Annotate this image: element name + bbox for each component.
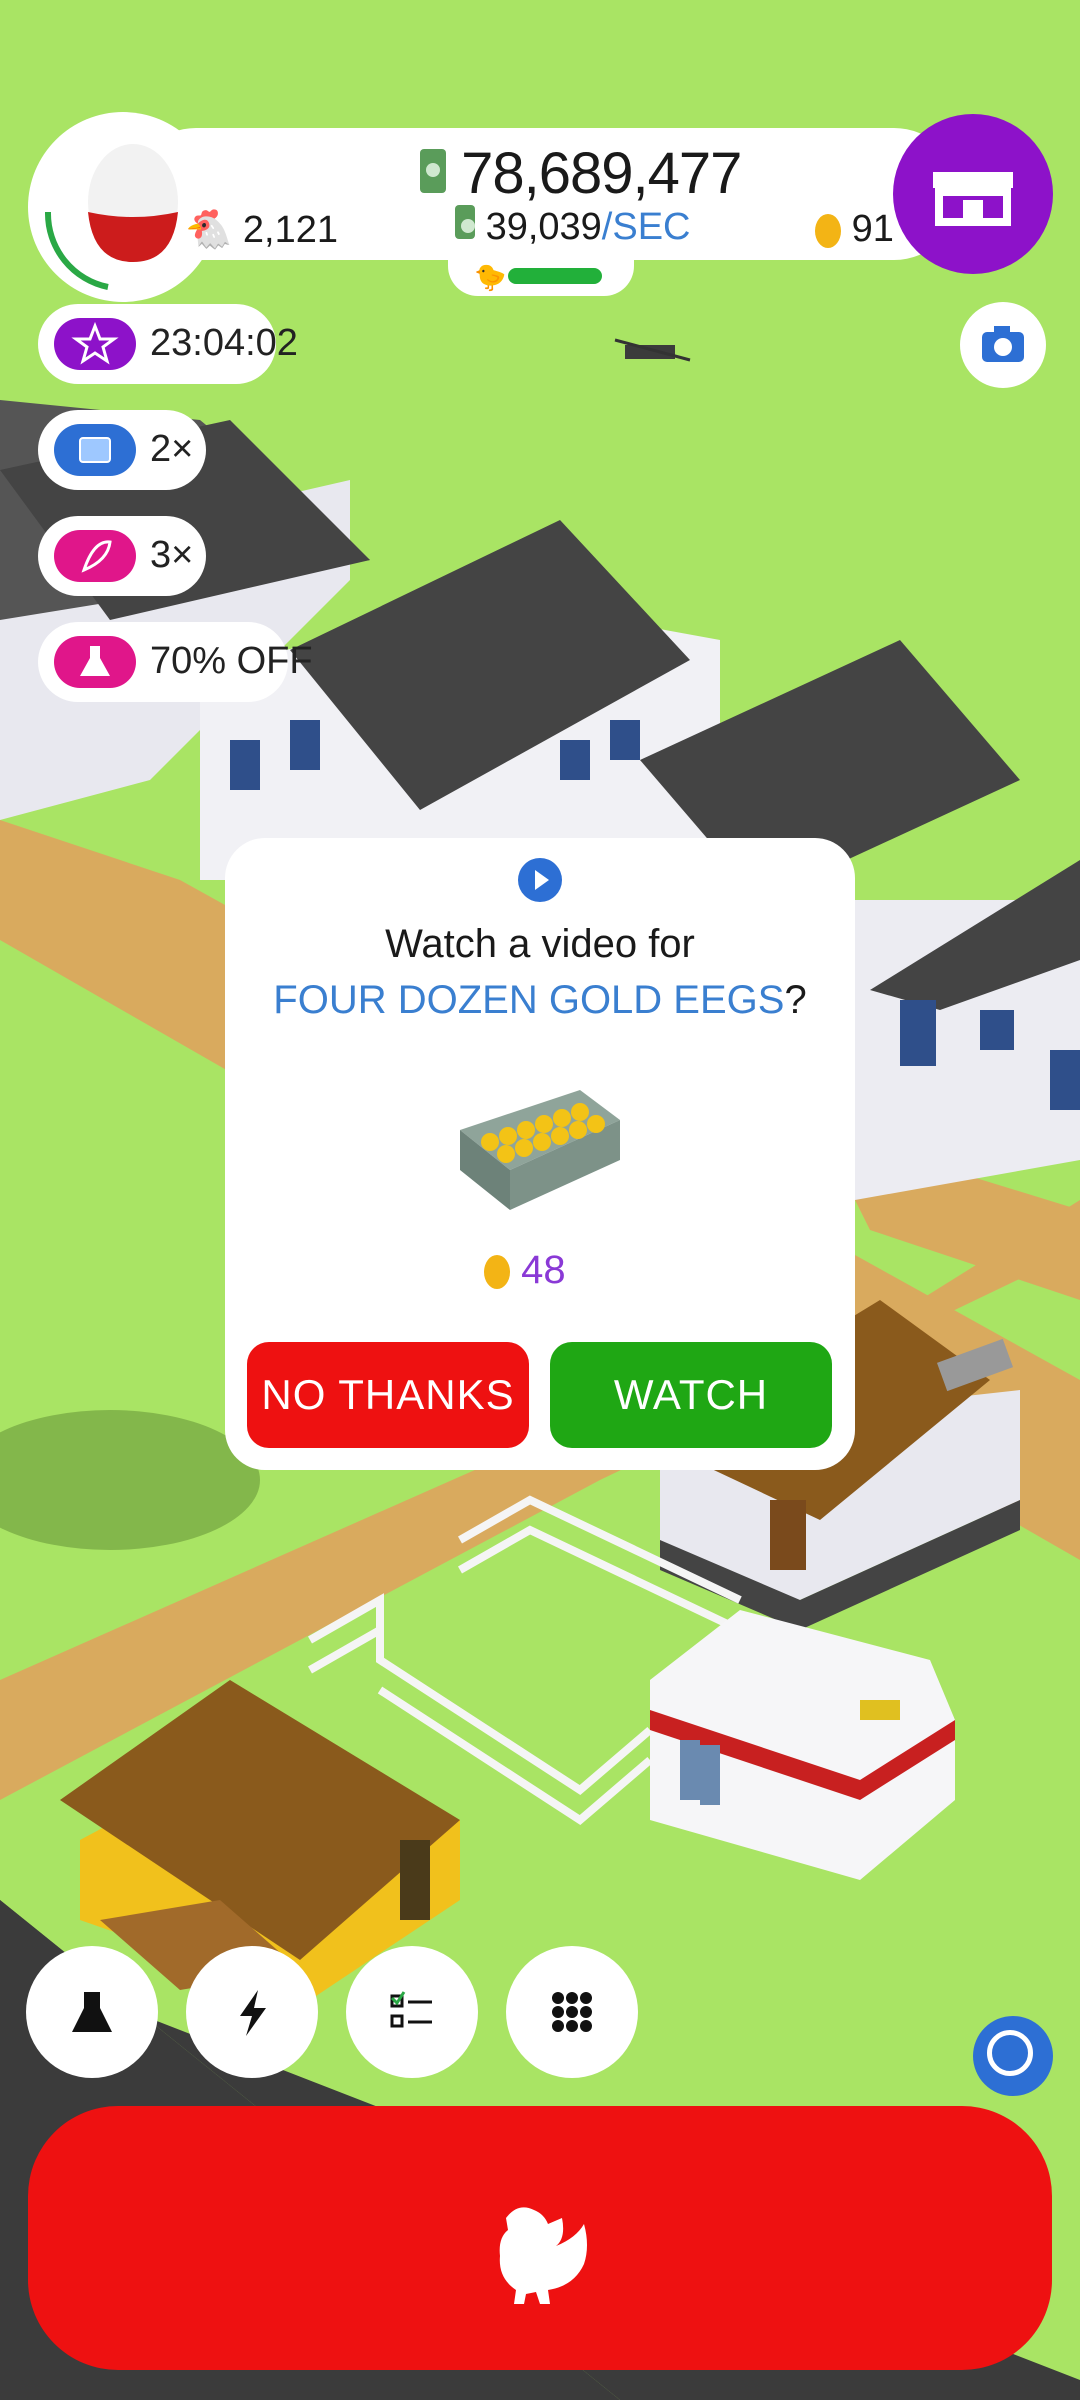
chicken-count: 🐔 2,121 xyxy=(185,208,338,252)
flask-icon xyxy=(72,1992,112,2032)
shop-icon xyxy=(933,172,1013,226)
research-button[interactable] xyxy=(26,1946,158,2078)
chicken-value: 2,121 xyxy=(242,209,338,251)
boost-video-label: 2× xyxy=(150,428,194,470)
boost-video-multiplier[interactable]: 2× xyxy=(38,410,206,490)
boost-feather-label: 3× xyxy=(150,534,194,576)
boosts-button[interactable] xyxy=(186,1946,318,2078)
lightning-icon xyxy=(240,1990,266,2036)
boost-feather-multiplier[interactable]: 3× xyxy=(38,516,206,596)
star-icon xyxy=(54,318,136,370)
dialog-reward-name: FOUR DOZEN GOLD EEGS xyxy=(273,978,785,1022)
egg-storage xyxy=(650,1610,955,1880)
cash-icon xyxy=(420,149,446,193)
drone-icon xyxy=(614,338,691,362)
money-display: 78,689,477 xyxy=(420,140,742,207)
dialog-suffix: ? xyxy=(784,978,807,1022)
boost-research-label: 70% OFF xyxy=(150,640,313,682)
gold-egg-icon xyxy=(484,1255,510,1290)
chick-icon: 🐤 xyxy=(474,262,507,292)
flask-icon xyxy=(54,636,136,688)
checklist-icon xyxy=(390,1991,432,2028)
tv-icon xyxy=(54,424,136,476)
golden-eggs-count: 91 xyxy=(815,208,894,251)
camera-button[interactable] xyxy=(960,302,1046,388)
boost-timer-label: 23:04:02 xyxy=(150,322,298,364)
menu-button[interactable] xyxy=(506,1946,638,2078)
grid-icon xyxy=(552,1992,592,2032)
gold-egg-value: 91 xyxy=(851,208,894,250)
rate-unit: /SEC xyxy=(601,206,691,248)
play-icon xyxy=(518,858,562,902)
shop-button[interactable] xyxy=(893,114,1053,274)
missions-button[interactable] xyxy=(346,1946,478,2078)
boost-research-discount[interactable]: 70% OFF xyxy=(38,622,313,702)
chicken-icon: 🐔 xyxy=(185,209,233,251)
watch-button[interactable]: WATCH xyxy=(550,1342,832,1448)
hatch-progress-bar xyxy=(508,268,602,284)
reward-amount-value: 48 xyxy=(521,1248,566,1292)
egg-icon xyxy=(44,144,178,290)
egg-carton-icon xyxy=(460,1090,620,1210)
cash-icon xyxy=(455,205,475,239)
gold-egg-icon xyxy=(815,213,841,248)
boost-timer[interactable]: 23:04:02 xyxy=(38,304,298,384)
income-rate: 39,039/SEC xyxy=(455,205,691,249)
dialog-line2: FOUR DOZEN GOLD EEGS? xyxy=(225,978,855,1023)
money-value: 78,689,477 xyxy=(461,141,742,206)
feather-icon xyxy=(54,530,136,582)
reward-amount: 48 xyxy=(484,1248,566,1293)
chicken-icon xyxy=(499,2207,587,2304)
egg-progress[interactable] xyxy=(28,112,218,302)
assistant-button[interactable] xyxy=(973,2016,1053,2096)
no-thanks-button[interactable]: NO THANKS xyxy=(247,1342,529,1448)
hatch-chicken-button[interactable] xyxy=(28,2106,1052,2370)
dialog-line1: Watch a video for xyxy=(385,922,695,966)
camera-icon xyxy=(982,326,1024,362)
rate-value: 39,039 xyxy=(485,206,602,248)
